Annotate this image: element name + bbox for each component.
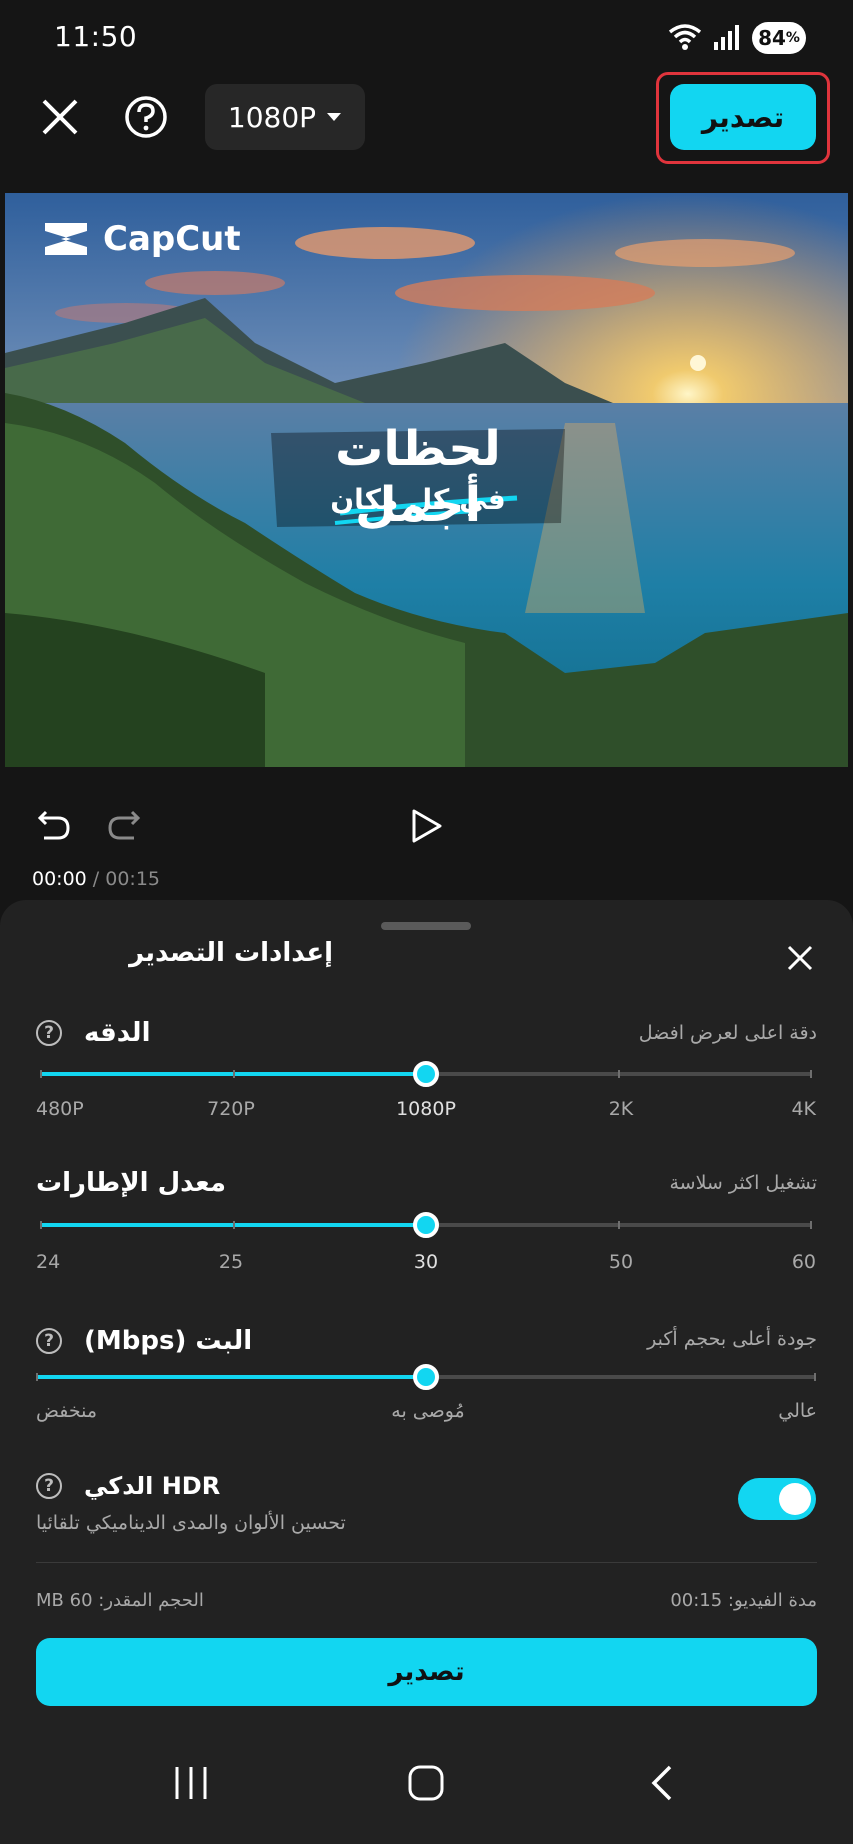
play-icon	[412, 809, 442, 843]
bitrate-label-high: عالي	[778, 1400, 817, 1422]
slider-tick	[810, 1221, 812, 1229]
slider-tick	[617, 1070, 620, 1078]
tick-label: 30	[413, 1251, 439, 1273]
tick-label: 4K	[791, 1098, 816, 1120]
undo-button[interactable]	[36, 806, 72, 846]
bitrate-label-low: منخفض	[36, 1400, 98, 1422]
close-button[interactable]	[38, 95, 82, 139]
slider-tick	[232, 1070, 235, 1078]
slider-tick	[36, 1373, 38, 1381]
resolution-dropdown[interactable]: 1080P	[205, 84, 365, 150]
preview-headline: لحظات أجمل	[335, 421, 501, 533]
hdr-toggle[interactable]	[738, 1478, 816, 1520]
hdr-header: HDR الدكي ?	[36, 1472, 220, 1500]
tick-label: 720P	[207, 1098, 255, 1120]
hdr-description: تحسين الألوان والمدى الديناميكي تلقائيا	[36, 1512, 346, 1534]
hdr-toggle-knob	[779, 1483, 811, 1515]
frame-rate-title: معدل الإطارات	[36, 1168, 226, 1198]
sheet-title: إعدادات التصدير	[129, 938, 333, 968]
tick-label: 25	[218, 1251, 244, 1273]
tick-label: 2K	[608, 1098, 634, 1120]
slider-tick	[810, 1070, 812, 1078]
sheet-close-button[interactable]	[787, 945, 813, 975]
total-time: 00:15	[105, 868, 161, 890]
redo-icon	[108, 810, 141, 840]
time-code: 00:00 / 00:15	[32, 868, 160, 890]
close-icon	[787, 945, 813, 971]
close-icon	[42, 99, 78, 135]
export-confirm-button[interactable]: تصدير	[36, 1638, 817, 1706]
slider-thumb[interactable]	[413, 1364, 439, 1390]
bitrate-slider[interactable]	[36, 1364, 816, 1390]
bitrate-hint: جودة أعلى بحجم أكبر	[647, 1328, 817, 1350]
hdr-title: HDR الدكي	[84, 1472, 221, 1500]
capcut-logo: CapCut	[41, 219, 241, 259]
tick-label: 1080P	[396, 1098, 456, 1120]
sheet-drag-handle[interactable]	[381, 922, 471, 930]
divider	[36, 1562, 817, 1563]
slider-tick	[617, 1221, 620, 1229]
signal-icon	[712, 24, 742, 56]
resolution-hint: دقة اعلى لعرض افضل	[638, 1022, 817, 1044]
slider-fill	[36, 1375, 426, 1379]
resolution-dropdown-value: 1080P	[227, 100, 317, 134]
status-time: 11:50	[54, 20, 138, 53]
play-button[interactable]	[410, 808, 444, 848]
slider-tick	[814, 1373, 816, 1381]
battery-indicator: 84%	[752, 22, 806, 54]
recent-apps-button[interactable]	[172, 1764, 210, 1806]
back-icon	[651, 1765, 672, 1801]
slider-thumb[interactable]	[413, 1212, 439, 1238]
video-preview[interactable]: CapCut لحظات أجمل في كل مكان	[5, 193, 848, 767]
resolution-title: الدقه	[84, 1018, 151, 1048]
frame-rate-slider[interactable]	[40, 1212, 812, 1238]
tick-label: 24	[36, 1251, 61, 1273]
help-button[interactable]	[124, 95, 168, 139]
back-button[interactable]	[648, 1764, 674, 1806]
video-duration: مدة الفيديو: 00:15	[670, 1590, 817, 1611]
home-button[interactable]	[407, 1764, 445, 1806]
bitrate-help-icon[interactable]: ?	[36, 1328, 62, 1354]
capcut-logo-icon	[45, 223, 87, 255]
frame-rate-hint: تشغيل اكثر سلاسة	[669, 1172, 817, 1194]
undo-icon	[37, 810, 70, 840]
resolution-help-icon[interactable]: ?	[36, 1020, 62, 1046]
recent-apps-icon	[175, 1767, 207, 1799]
wifi-icon	[668, 22, 702, 56]
home-icon	[408, 1765, 444, 1801]
bitrate-header: البت (Mbps) ?	[36, 1326, 252, 1356]
help-icon	[125, 96, 167, 138]
preview-subline: في كل مكان	[330, 483, 506, 516]
slider-tick	[40, 1070, 42, 1078]
time-separator: /	[86, 868, 106, 890]
battery-level: 84	[758, 26, 786, 50]
tick-label: 60	[791, 1251, 816, 1273]
hdr-help-icon[interactable]: ?	[36, 1473, 62, 1499]
current-time: 00:00	[32, 868, 87, 890]
caret-down-icon	[327, 113, 342, 121]
percent-icon: %	[785, 30, 800, 46]
slider-thumb[interactable]	[413, 1061, 439, 1087]
bitrate-label-recommended: مُوصى به	[391, 1400, 465, 1422]
slider-tick	[232, 1221, 235, 1229]
export-button[interactable]: تصدير	[670, 84, 816, 150]
tick-label: 480P	[36, 1098, 84, 1120]
bitrate-title: البت (Mbps)	[84, 1326, 253, 1356]
capcut-wordmark: CapCut	[103, 219, 241, 259]
resolution-slider[interactable]	[40, 1061, 812, 1087]
resolution-header: الدقه ?	[36, 1018, 151, 1048]
slider-tick	[40, 1221, 42, 1229]
tick-label: 50	[608, 1251, 634, 1273]
redo-button[interactable]	[106, 806, 142, 846]
estimated-size: الحجم المقدر: 60 MB	[36, 1590, 204, 1611]
